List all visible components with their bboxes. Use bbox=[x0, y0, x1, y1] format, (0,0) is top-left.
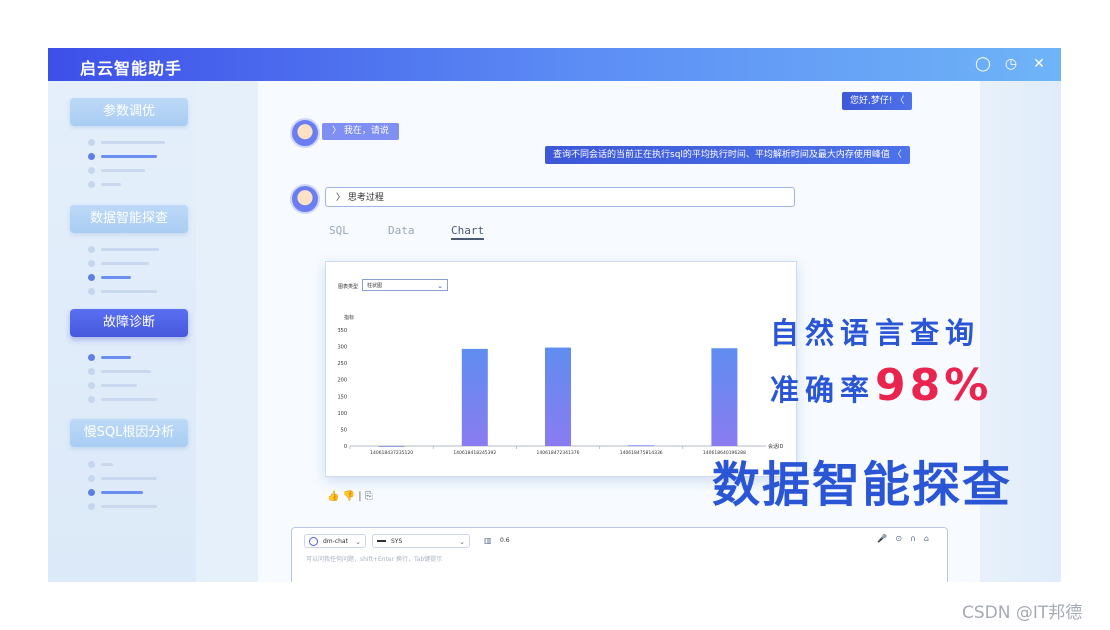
y-tick-label: 350 bbox=[337, 328, 347, 334]
database-icon bbox=[377, 540, 386, 544]
greeting-bubble: 您好,梦仔! 〈 bbox=[842, 92, 913, 110]
tab-chart[interactable]: Chart bbox=[451, 224, 485, 240]
sidebar-item-data-exploration[interactable]: 数据智能探查 bbox=[70, 205, 188, 233]
chat-input-box[interactable]: dm-chat ⌄ SYS ⌄ ▥ 0.6 可以问我任何问题，shift+Ent… bbox=[291, 527, 948, 582]
y-tick-label: 100 bbox=[337, 411, 347, 417]
clear-icon[interactable]: ⌂ bbox=[924, 534, 929, 543]
feedback-icons[interactable]: 👍 👎 | ⎘ bbox=[327, 491, 373, 502]
tab-data[interactable]: Data bbox=[388, 224, 415, 237]
chevron-down-icon: ⌄ bbox=[459, 538, 465, 546]
sidebar-subitem[interactable] bbox=[88, 260, 149, 267]
sidebar-subitem[interactable] bbox=[88, 167, 145, 174]
y-tick-label: 300 bbox=[337, 345, 347, 351]
sidebar-subitem[interactable] bbox=[88, 354, 131, 361]
sidebar-subitem[interactable] bbox=[88, 475, 157, 482]
y-tick-label: 150 bbox=[337, 394, 347, 400]
x-tick-label: 140618475814336 bbox=[620, 450, 663, 456]
chevron-down-icon: ⌄ bbox=[355, 538, 361, 546]
y-axis-label: 指标 bbox=[344, 314, 354, 321]
schema-select[interactable]: SYS ⌄ bbox=[372, 534, 470, 548]
bar-chart: 指标 0 50 100 150 200 250 300 350 140618437235120 14… bbox=[337, 314, 783, 456]
app-window: 启云智能助手 ◯ ◷ ✕ 参数调优 数据智能探查 故障诊断 慢SQL根因分析 您… bbox=[48, 48, 1061, 582]
overlay-accuracy-label: 准确率 bbox=[770, 373, 876, 407]
sidebar-subitem[interactable] bbox=[88, 139, 165, 146]
sidebar-subitem[interactable] bbox=[88, 288, 157, 295]
chart-icon[interactable]: ▥ bbox=[484, 536, 492, 545]
settings-icon[interactable]: ⊙ bbox=[895, 534, 902, 543]
sidebar-subitem[interactable] bbox=[88, 503, 157, 510]
sidebar-subitem[interactable] bbox=[88, 396, 157, 403]
y-tick-label: 200 bbox=[337, 378, 347, 384]
chat-input-placeholder: 可以问我任何问题，shift+Enter 换行，Tab键提示 bbox=[306, 556, 443, 563]
assistant-reply-bubble: 〉 我在，请说 bbox=[322, 123, 399, 140]
chart-bar bbox=[378, 446, 405, 447]
model-icon bbox=[309, 537, 318, 546]
assistant-avatar bbox=[290, 118, 320, 148]
chat-bubble-icon[interactable]: ◯ bbox=[975, 56, 991, 72]
title-bar: 启云智能助手 ◯ ◷ ✕ bbox=[48, 48, 1061, 81]
y-tick-label: 0 bbox=[344, 444, 347, 450]
overlay-feature-title: 数据智能探查 bbox=[712, 457, 1013, 513]
headset-icon[interactable]: ∩ bbox=[910, 534, 916, 543]
microphone-icon[interactable]: 🎤 bbox=[877, 534, 887, 543]
sidebar-item-parameter-tuning[interactable]: 参数调优 bbox=[70, 98, 188, 126]
feedback-toolbar: 👍 👎 | ⎘ bbox=[327, 491, 373, 502]
chart-bar bbox=[628, 445, 655, 447]
x-tick-label: 140618472341376 bbox=[537, 450, 580, 456]
user-query-bubble: 查询不同会话的当前正在执行sql的平均执行时间、平均解析时间及最大内存使用峰值 … bbox=[545, 146, 910, 164]
sidebar-subitem[interactable] bbox=[88, 461, 113, 468]
x-tick-label: 140618418245392 bbox=[453, 450, 496, 456]
sidebar-subitem[interactable] bbox=[88, 382, 137, 389]
sidebar-item-fault-diagnosis[interactable]: 故障诊断 bbox=[70, 309, 188, 337]
clock-icon[interactable]: ◷ bbox=[1003, 56, 1019, 72]
close-icon[interactable]: ✕ bbox=[1031, 56, 1047, 72]
overlay-headline: 自然语言查询 bbox=[770, 316, 981, 350]
sidebar-item-slow-sql-analysis[interactable]: 慢SQL根因分析 bbox=[70, 419, 188, 447]
sidebar-subitem[interactable] bbox=[88, 153, 157, 160]
temperature-value: 0.6 bbox=[500, 537, 510, 544]
chart-bar bbox=[545, 347, 571, 446]
sidebar-subitem[interactable] bbox=[88, 181, 121, 188]
app-title: 启云智能助手 bbox=[80, 59, 183, 78]
sidebar-subitem[interactable] bbox=[88, 246, 159, 253]
sidebar-subitem[interactable] bbox=[88, 368, 151, 375]
overlay-accuracy: 准确率98% bbox=[770, 360, 992, 411]
assistant-avatar bbox=[290, 184, 320, 214]
model-select[interactable]: dm-chat ⌄ bbox=[304, 534, 366, 548]
y-tick-label: 250 bbox=[337, 361, 347, 367]
y-tick-label: 50 bbox=[341, 427, 347, 433]
sidebar-subitem[interactable] bbox=[88, 274, 131, 281]
chart-bar bbox=[711, 348, 738, 446]
overlay-accuracy-value: 98% bbox=[875, 360, 993, 411]
x-tick-label: 140618437235120 bbox=[370, 450, 413, 456]
watermark: CSDN @IT邦德 bbox=[962, 603, 1083, 623]
chart-bar bbox=[461, 348, 488, 446]
sidebar-subitem[interactable] bbox=[88, 489, 143, 496]
tab-sql[interactable]: SQL bbox=[329, 224, 349, 237]
thinking-process-toggle[interactable]: 〉 思考过程 bbox=[325, 187, 795, 207]
